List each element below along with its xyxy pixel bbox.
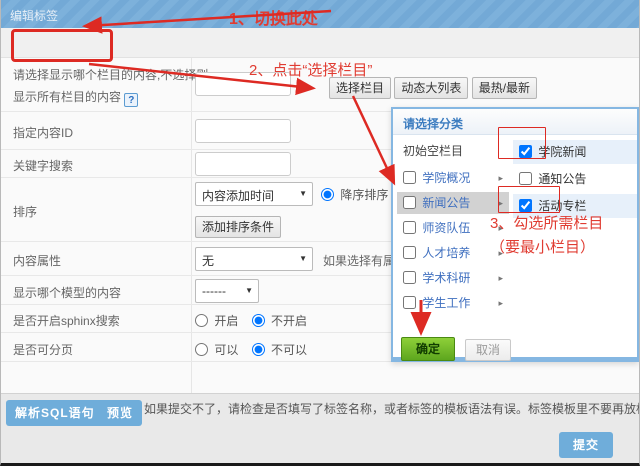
submit-button[interactable]: 提交 bbox=[559, 432, 613, 458]
edit-tag-window: 编辑标签 基本设置 风格样式 其它设置 请选择显示哪个栏目的内容,不选择则 显示… bbox=[0, 0, 640, 466]
tree-item-college-overview[interactable]: 学院概况 ▸ bbox=[397, 167, 509, 189]
chevron-right-icon: ▸ bbox=[498, 292, 503, 314]
sphinx-on-label: 开启 bbox=[214, 314, 238, 328]
chevron-right-icon: ▸ bbox=[498, 192, 503, 214]
select-category-dialog: 请选择分类 初始空栏目 学院概况 ▸ 新闻公告 ▸ 师资队伍 ▸ 人才培养 ▸ … bbox=[391, 107, 639, 362]
select-category-button[interactable]: 选择栏目 bbox=[329, 77, 391, 99]
chevron-right-icon: ▸ bbox=[498, 167, 503, 189]
tree-item-talent-training[interactable]: 人才培养 ▸ bbox=[397, 242, 509, 264]
submit-warning-text: 如果提交不了，请检查是否填写了标签名称，或者标签的模板语法有误。标签模板里不要再… bbox=[144, 399, 639, 419]
subcategory-activity-column[interactable]: 活动专栏 bbox=[513, 194, 637, 218]
tab-bar: 基本设置 风格样式 其它设置 bbox=[1, 28, 639, 58]
paging-label: 是否可分页 bbox=[13, 341, 73, 358]
tree-checkbox[interactable] bbox=[403, 171, 416, 184]
sphinx-on-radio[interactable] bbox=[195, 314, 208, 327]
cancel-button[interactable]: 取消 bbox=[465, 339, 511, 361]
content-attr-value: 无 bbox=[202, 252, 214, 269]
chevron-down-icon: ▼ bbox=[299, 189, 307, 198]
tree-checkbox[interactable] bbox=[403, 221, 416, 234]
tree-item-academic-research[interactable]: 学术科研 ▸ bbox=[397, 267, 509, 289]
sort-desc-label: 降序排序 bbox=[340, 188, 388, 202]
paging-yes-label: 可以 bbox=[214, 343, 238, 357]
model-value: ------ bbox=[202, 284, 226, 298]
subcategory-checkbox[interactable] bbox=[519, 199, 532, 212]
sphinx-off-label: 不开启 bbox=[271, 314, 307, 328]
confirm-button[interactable]: 确定 bbox=[401, 337, 455, 361]
subcategory-checkbox[interactable] bbox=[519, 145, 532, 158]
dynamic-list-button[interactable]: 动态大列表 bbox=[394, 77, 468, 99]
sort-desc-radio[interactable] bbox=[321, 188, 334, 201]
chevron-right-icon: ▸ bbox=[498, 217, 503, 239]
chevron-right-icon: ▸ bbox=[498, 242, 503, 264]
subcategory-notices[interactable]: 通知公告 bbox=[513, 167, 637, 191]
parse-sql-button[interactable]: 解析SQL语句 bbox=[6, 400, 104, 426]
tree-checkbox[interactable] bbox=[403, 296, 416, 309]
sort-label: 排序 bbox=[13, 203, 37, 220]
tree-item-faculty[interactable]: 师资队伍 ▸ bbox=[397, 217, 509, 239]
content-id-input[interactable] bbox=[195, 119, 291, 143]
keyword-label: 关键字搜索 bbox=[13, 157, 73, 174]
tree-item-student-work[interactable]: 学生工作 ▸ bbox=[397, 292, 509, 314]
dialog-titlebar: 请选择分类 bbox=[393, 109, 637, 135]
window-titlebar: 编辑标签 bbox=[1, 0, 639, 28]
model-label: 显示哪个模型的内容 bbox=[13, 284, 121, 301]
subcategory-checkbox[interactable] bbox=[519, 172, 532, 185]
paging-no-label: 不可以 bbox=[271, 343, 307, 357]
help-icon[interactable]: ? bbox=[124, 93, 138, 107]
keyword-input[interactable] bbox=[195, 152, 291, 176]
category-label-line1: 请选择显示哪个栏目的内容,不选择则 bbox=[13, 66, 208, 83]
sort-field-select[interactable]: 内容添加时间 ▼ bbox=[195, 182, 313, 206]
chevron-right-icon: ▸ bbox=[498, 267, 503, 289]
tree-checkbox[interactable] bbox=[403, 271, 416, 284]
row-empty bbox=[1, 362, 639, 393]
category-label-line2: 显示所有栏目的内容 ? bbox=[13, 88, 138, 107]
category-input[interactable] bbox=[195, 72, 291, 96]
paging-no-radio[interactable] bbox=[252, 343, 265, 356]
chevron-down-icon: ▼ bbox=[299, 254, 307, 263]
dialog-title: 请选择分类 bbox=[403, 115, 463, 132]
model-select[interactable]: ------ ▼ bbox=[195, 279, 259, 303]
content-id-label: 指定内容ID bbox=[13, 124, 73, 141]
content-attr-label: 内容属性 bbox=[13, 252, 61, 269]
tree-checkbox[interactable] bbox=[403, 196, 416, 209]
subcategory-college-news[interactable]: 学院新闻 bbox=[513, 140, 637, 164]
content-attr-select[interactable]: 无 ▼ bbox=[195, 247, 313, 271]
tree-checkbox[interactable] bbox=[403, 246, 416, 259]
preview-button[interactable]: 预览 bbox=[98, 400, 142, 426]
sphinx-off-radio[interactable] bbox=[252, 314, 265, 327]
sort-field-value: 内容添加时间 bbox=[202, 187, 274, 204]
window-title: 编辑标签 bbox=[10, 7, 58, 24]
sphinx-label: 是否开启sphinx搜索 bbox=[13, 312, 120, 329]
chevron-down-icon: ▼ bbox=[245, 286, 253, 295]
paging-yes-radio[interactable] bbox=[195, 343, 208, 356]
add-sort-condition-button[interactable]: 添加排序条件 bbox=[195, 216, 281, 238]
row-category: 请选择显示哪个栏目的内容,不选择则 显示所有栏目的内容 ? 选择栏目 动态大列表… bbox=[1, 58, 639, 112]
root-category-label: 初始空栏目 bbox=[403, 142, 463, 159]
hot-latest-button[interactable]: 最热/最新 bbox=[472, 77, 537, 99]
tree-item-news-announcements[interactable]: 新闻公告 ▸ bbox=[397, 192, 509, 214]
